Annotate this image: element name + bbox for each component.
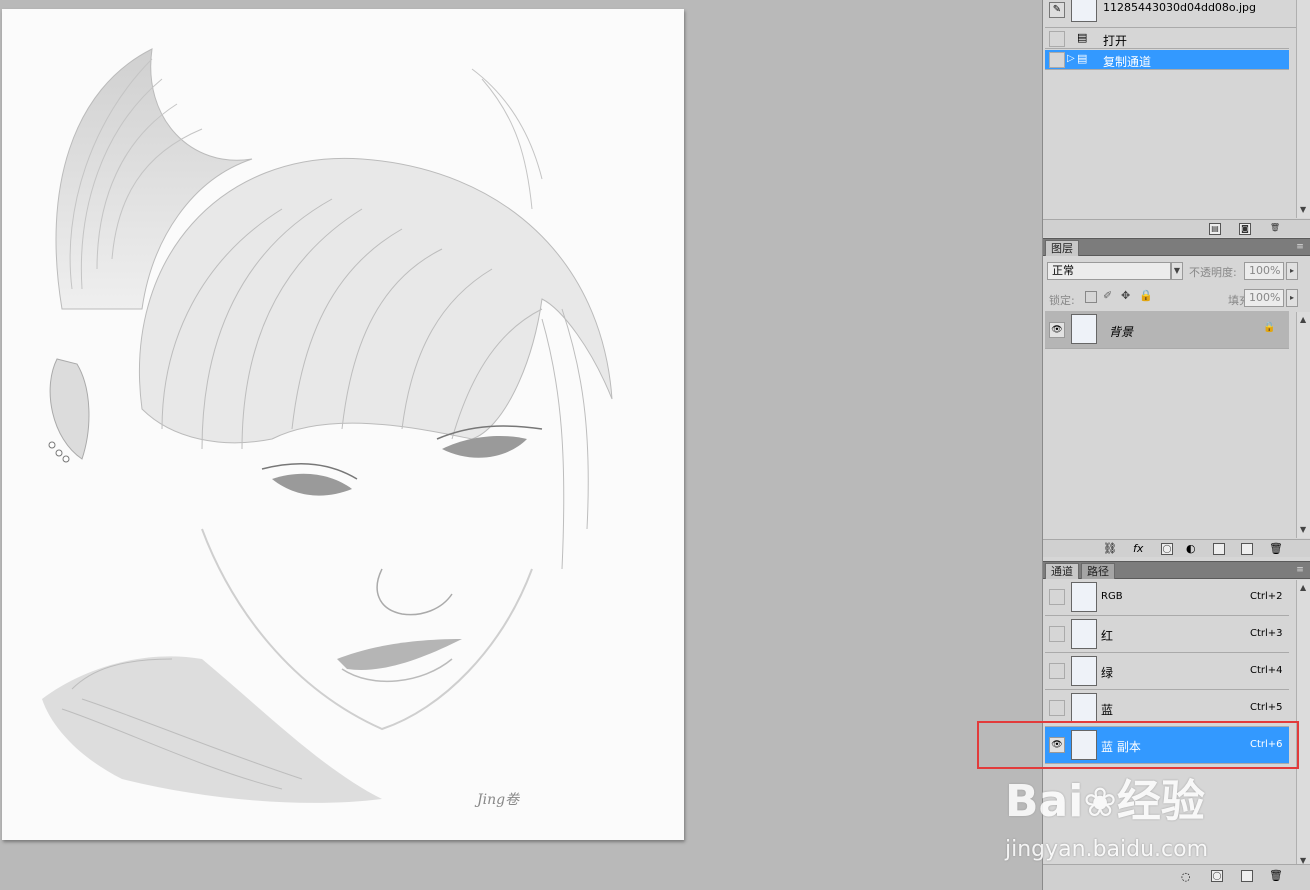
lock-position-icon[interactable]: ✥ xyxy=(1121,289,1130,302)
history-step-open[interactable]: ▤ 打开 xyxy=(1045,29,1289,49)
tab-channels[interactable]: 通道 xyxy=(1045,563,1079,579)
opacity-input[interactable]: 100% xyxy=(1244,262,1284,280)
fill-input[interactable]: 100% xyxy=(1244,289,1284,307)
history-bottom-toolbar: ▤ ◙ 🗑 xyxy=(1043,219,1310,237)
layers-panel-tabbar: 图层 ≡ xyxy=(1043,238,1310,256)
layer-row-background[interactable]: 👁 背景 🔒 xyxy=(1045,311,1289,349)
lock-label: 锁定: xyxy=(1049,294,1075,307)
scroll-down-icon[interactable]: ▼ xyxy=(1300,525,1306,534)
document-canvas[interactable]: Jing卷 xyxy=(2,9,684,840)
lock-image-icon[interactable]: ✐ xyxy=(1103,289,1112,302)
blend-mode-select[interactable]: 正常 xyxy=(1047,262,1171,280)
visibility-toggle[interactable] xyxy=(1049,626,1065,642)
history-state-icon: ▤ xyxy=(1077,31,1088,44)
scroll-down-icon[interactable]: ▼ xyxy=(1300,205,1306,214)
fill-arrow-icon[interactable]: ▸ xyxy=(1286,289,1298,307)
tab-layers[interactable]: 图层 xyxy=(1045,240,1079,256)
channels-panel-tabbar: 通道 路径 ≡ xyxy=(1043,561,1310,579)
history-snapshot-row[interactable]: ✎ 11285443030d04dd08o.jpg xyxy=(1045,0,1309,28)
history-current-state-arrow-icon: ▷ xyxy=(1067,53,1075,64)
history-source-checkbox[interactable] xyxy=(1049,31,1065,47)
add-mask-icon[interactable]: ◯ xyxy=(1161,543,1173,555)
opacity-label: 不透明度: xyxy=(1189,266,1237,279)
new-snapshot-icon[interactable]: ◙ xyxy=(1239,223,1251,235)
channel-row-rgb[interactable]: RGB Ctrl+2 xyxy=(1045,579,1289,616)
watermark-logo-text: Bai❀经验 xyxy=(1005,776,1205,827)
visibility-toggle[interactable] xyxy=(1049,663,1065,679)
adjustment-layer-icon[interactable]: ◐ xyxy=(1186,542,1196,555)
pencil-portrait-image xyxy=(42,48,613,803)
watermark-url: jingyan.baidu.com xyxy=(1005,837,1209,862)
channel-thumbnail xyxy=(1071,656,1097,686)
new-document-from-state-icon[interactable]: ▤ xyxy=(1209,223,1221,235)
new-group-icon[interactable] xyxy=(1213,543,1225,555)
scroll-up-icon[interactable]: ▲ xyxy=(1300,315,1306,324)
annotation-highlight-box xyxy=(977,721,1299,769)
history-state-icon: ▤ xyxy=(1077,52,1088,65)
layer-lock-icon: 🔒 xyxy=(1263,322,1276,333)
snapshot-thumbnail xyxy=(1071,0,1097,22)
layers-scrollbar[interactable]: ▲ ▼ xyxy=(1296,312,1310,538)
channel-thumbnail xyxy=(1071,582,1097,612)
layer-name: 背景 xyxy=(1109,325,1134,339)
link-layers-icon[interactable]: ⛓ xyxy=(1103,542,1117,555)
channel-name: RGB xyxy=(1101,591,1123,602)
visibility-eye-icon[interactable]: 👁 xyxy=(1049,322,1065,338)
channel-name: 绿 xyxy=(1101,666,1114,680)
layer-thumbnail xyxy=(1071,314,1097,344)
history-scrollbar[interactable]: ▼ xyxy=(1296,0,1310,218)
channel-shortcut: Ctrl+5 xyxy=(1250,702,1283,713)
history-source-checkbox[interactable] xyxy=(1049,52,1065,68)
channel-row-green[interactable]: 绿 Ctrl+4 xyxy=(1045,653,1289,690)
snapshot-name: 11285443030d04dd08o.jpg xyxy=(1103,1,1256,14)
delete-state-icon[interactable]: 🗑 xyxy=(1269,223,1281,235)
delete-layer-icon[interactable]: 🗑 xyxy=(1269,542,1283,555)
history-step-label: 复制通道 xyxy=(1103,55,1152,69)
channel-shortcut: Ctrl+3 xyxy=(1250,628,1283,639)
channel-shortcut: Ctrl+4 xyxy=(1250,665,1283,676)
visibility-toggle[interactable] xyxy=(1049,700,1065,716)
channel-name: 红 xyxy=(1101,629,1114,643)
history-step-label: 打开 xyxy=(1103,34,1128,48)
channel-thumbnail xyxy=(1071,619,1097,649)
layers-bottom-toolbar: ⛓ fx ◯ ◐ 🗑 xyxy=(1043,539,1310,557)
visibility-toggle[interactable] xyxy=(1049,589,1065,605)
lock-all-icon[interactable]: 🔒 xyxy=(1139,289,1153,302)
panel-menu-icon[interactable]: ≡ xyxy=(1293,241,1307,253)
tab-paths[interactable]: 路径 xyxy=(1081,563,1115,579)
history-brush-icon[interactable]: ✎ xyxy=(1049,2,1065,18)
channel-row-red[interactable]: 红 Ctrl+3 xyxy=(1045,616,1289,653)
panel-menu-icon[interactable]: ≡ xyxy=(1293,564,1307,576)
blend-mode-dropdown-icon[interactable]: ▼ xyxy=(1171,262,1183,280)
lock-transparent-icon[interactable] xyxy=(1085,291,1097,303)
layer-style-fx-icon[interactable]: fx xyxy=(1133,542,1143,555)
channel-shortcut: Ctrl+2 xyxy=(1250,591,1283,602)
artist-signature: Jing卷 xyxy=(477,792,520,808)
history-step-duplicate-channel[interactable]: ▷ ▤ 复制通道 xyxy=(1045,50,1289,70)
opacity-arrow-icon[interactable]: ▸ xyxy=(1286,262,1298,280)
new-layer-icon[interactable] xyxy=(1241,543,1253,555)
channel-thumbnail xyxy=(1071,693,1097,723)
channel-name: 蓝 xyxy=(1101,703,1114,717)
baidu-watermark: Bai❀经验 jingyan.baidu.com xyxy=(1005,765,1310,890)
scroll-up-icon[interactable]: ▲ xyxy=(1300,583,1306,592)
